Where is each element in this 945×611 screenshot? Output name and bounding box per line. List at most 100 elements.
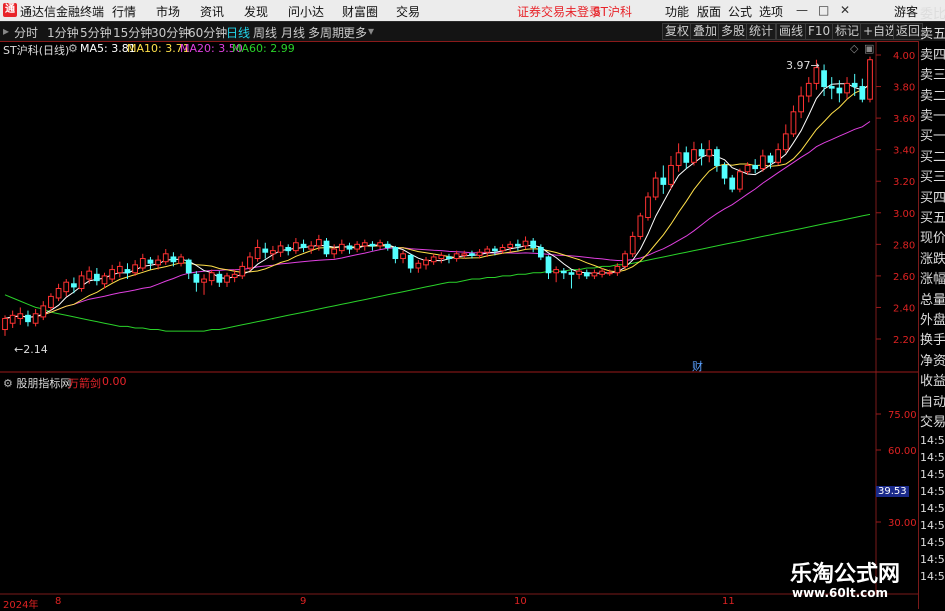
huaxian-button[interactable]: 画线 (776, 23, 807, 40)
candle-body (583, 272, 590, 277)
candle-body (48, 295, 54, 308)
candle-body (354, 243, 360, 250)
tab-more[interactable]: 更多 (343, 24, 367, 41)
candle-body (247, 256, 253, 269)
candle-body (729, 177, 736, 190)
side-item-28[interactable]: 14:55 (920, 553, 945, 566)
tab-1min[interactable]: 1分钟 (47, 24, 79, 41)
side-item-20[interactable]: 交易 (920, 411, 945, 430)
menu-xuanxiang[interactable]: 选项 (759, 3, 783, 20)
side-item-7[interactable]: 买二 (920, 146, 945, 165)
tab-weekly[interactable]: 周线 (253, 24, 277, 41)
side-item-14[interactable]: 总量 (920, 289, 945, 308)
side-item-11[interactable]: 现价 (920, 227, 945, 246)
candle-body (645, 196, 651, 219)
candle-body (453, 253, 460, 260)
candle-body (698, 149, 705, 157)
settings-icon[interactable]: ⚙ (68, 42, 78, 55)
candle-body (476, 251, 483, 256)
tab-60min[interactable]: 60分钟 (188, 24, 227, 41)
menu-banmian[interactable]: 版面 (697, 3, 721, 20)
candle-body (346, 245, 353, 250)
candle-body (239, 265, 246, 277)
period-toolbar: ▸ 分时 1分钟 5分钟 15分钟 30分钟 60分钟 日线 周线 月线 多周期… (0, 21, 945, 42)
candle-body (9, 314, 16, 324)
side-item-6[interactable]: 买一 (920, 125, 945, 144)
side-item-3[interactable]: 卖三 (920, 64, 945, 83)
side-item-4[interactable]: 卖二 (920, 85, 945, 104)
candle-body (492, 248, 498, 252)
minimize-icon[interactable]: — (796, 3, 808, 17)
menu-zixun[interactable]: 资讯 (200, 3, 224, 20)
side-item-5[interactable]: 卖一 (920, 105, 945, 124)
side-item-17[interactable]: 净资 (920, 350, 945, 369)
duogu-button[interactable]: 多股 (718, 23, 749, 40)
tab-30min[interactable]: 30分钟 (151, 24, 190, 41)
menu-faxian[interactable]: 发现 (244, 3, 268, 20)
cai-marker[interactable]: 财 (692, 358, 703, 374)
candle-body (499, 246, 506, 252)
side-item-9[interactable]: 买四 (920, 187, 945, 206)
tab-daily[interactable]: 日线 (226, 24, 250, 41)
candle-body (790, 111, 797, 135)
candle-body (438, 254, 445, 260)
side-item-27[interactable]: 14:55 (920, 536, 945, 549)
candle-body (170, 256, 177, 263)
menu-hangqing[interactable]: 行情 (112, 3, 136, 20)
side-item-12[interactable]: 涨跌 (920, 248, 945, 267)
candle-body (683, 152, 690, 163)
diamond-icon[interactable]: ◇ (850, 42, 858, 55)
fuquan-button[interactable]: 复权 (662, 23, 693, 40)
candle-body (545, 256, 552, 274)
indicator-settings-icon[interactable]: ⚙ (3, 377, 16, 390)
side-item-16[interactable]: 换手 (920, 329, 945, 348)
side-item-10[interactable]: 买五 (920, 207, 945, 226)
ma10-line (4, 83, 871, 319)
tab-fenshi[interactable]: 分时 (14, 24, 38, 41)
side-item-15[interactable]: 外盘 (920, 309, 945, 328)
panel-toggle-icon[interactable]: ▣ (864, 42, 874, 55)
tongji-button[interactable]: 统计 (746, 23, 777, 40)
candle-body (469, 253, 475, 256)
menu-caifuquan[interactable]: 财富圈 (342, 3, 378, 20)
candle-body (752, 164, 759, 170)
side-item-0[interactable]: 委比 (920, 3, 945, 22)
tab-15min[interactable]: 15分钟 (113, 24, 152, 41)
kline-chart[interactable]: 4.00 3.80 3.60 3.40 3.20 3.00 2.80 2.60 2.40 2.20… (0, 0, 945, 609)
tab-multi-period[interactable]: 多周期 (308, 24, 344, 41)
menu-gongshi[interactable]: 公式 (728, 3, 752, 20)
close-icon[interactable]: ✕ (840, 3, 850, 17)
side-item-24[interactable]: 14:55 (920, 485, 945, 498)
side-item-29[interactable]: 14:55 (920, 570, 945, 583)
side-item-23[interactable]: 14:54 (920, 468, 945, 481)
indicator-title: ⚙ 股朋指标网 (3, 377, 72, 390)
app-logo-icon: 通 (3, 3, 17, 17)
login-warning[interactable]: 证券交易未登录 (517, 3, 601, 20)
f10-button[interactable]: F10 (805, 23, 834, 40)
menu-wenxiaoda[interactable]: 问小达 (288, 3, 324, 20)
side-item-1[interactable]: 卖五 (920, 23, 945, 42)
candle-body (277, 245, 284, 253)
tab-5min[interactable]: 5分钟 (80, 24, 112, 41)
more-dropdown-icon[interactable]: ▾ (368, 24, 374, 38)
collapse-icon[interactable]: ▸ (3, 24, 9, 38)
menu-shichang[interactable]: 市场 (156, 3, 180, 20)
side-item-2[interactable]: 卖四 (920, 44, 945, 63)
biaoji-button[interactable]: 标记 (832, 23, 863, 40)
back-button[interactable]: 返回 (893, 23, 924, 40)
side-item-18[interactable]: 收益 (920, 370, 945, 389)
maximize-icon[interactable]: □ (818, 3, 829, 17)
candle-body (568, 272, 575, 275)
guest-label[interactable]: 游客 (894, 3, 918, 20)
side-item-13[interactable]: 涨幅 (920, 268, 945, 287)
menu-gongneng[interactable]: 功能 (665, 3, 689, 20)
side-item-22[interactable]: 14:54 (920, 451, 945, 464)
side-item-26[interactable]: 14:55 (920, 519, 945, 532)
diejia-button[interactable]: 叠加 (690, 23, 721, 40)
side-item-25[interactable]: 14:55 (920, 502, 945, 515)
tab-monthly[interactable]: 月线 (281, 24, 305, 41)
side-item-8[interactable]: 买三 (920, 166, 945, 185)
side-item-21[interactable]: 14:54 (920, 434, 945, 447)
side-item-19[interactable]: 自动 (920, 391, 945, 410)
menu-jiaoyi[interactable]: 交易 (396, 3, 420, 20)
